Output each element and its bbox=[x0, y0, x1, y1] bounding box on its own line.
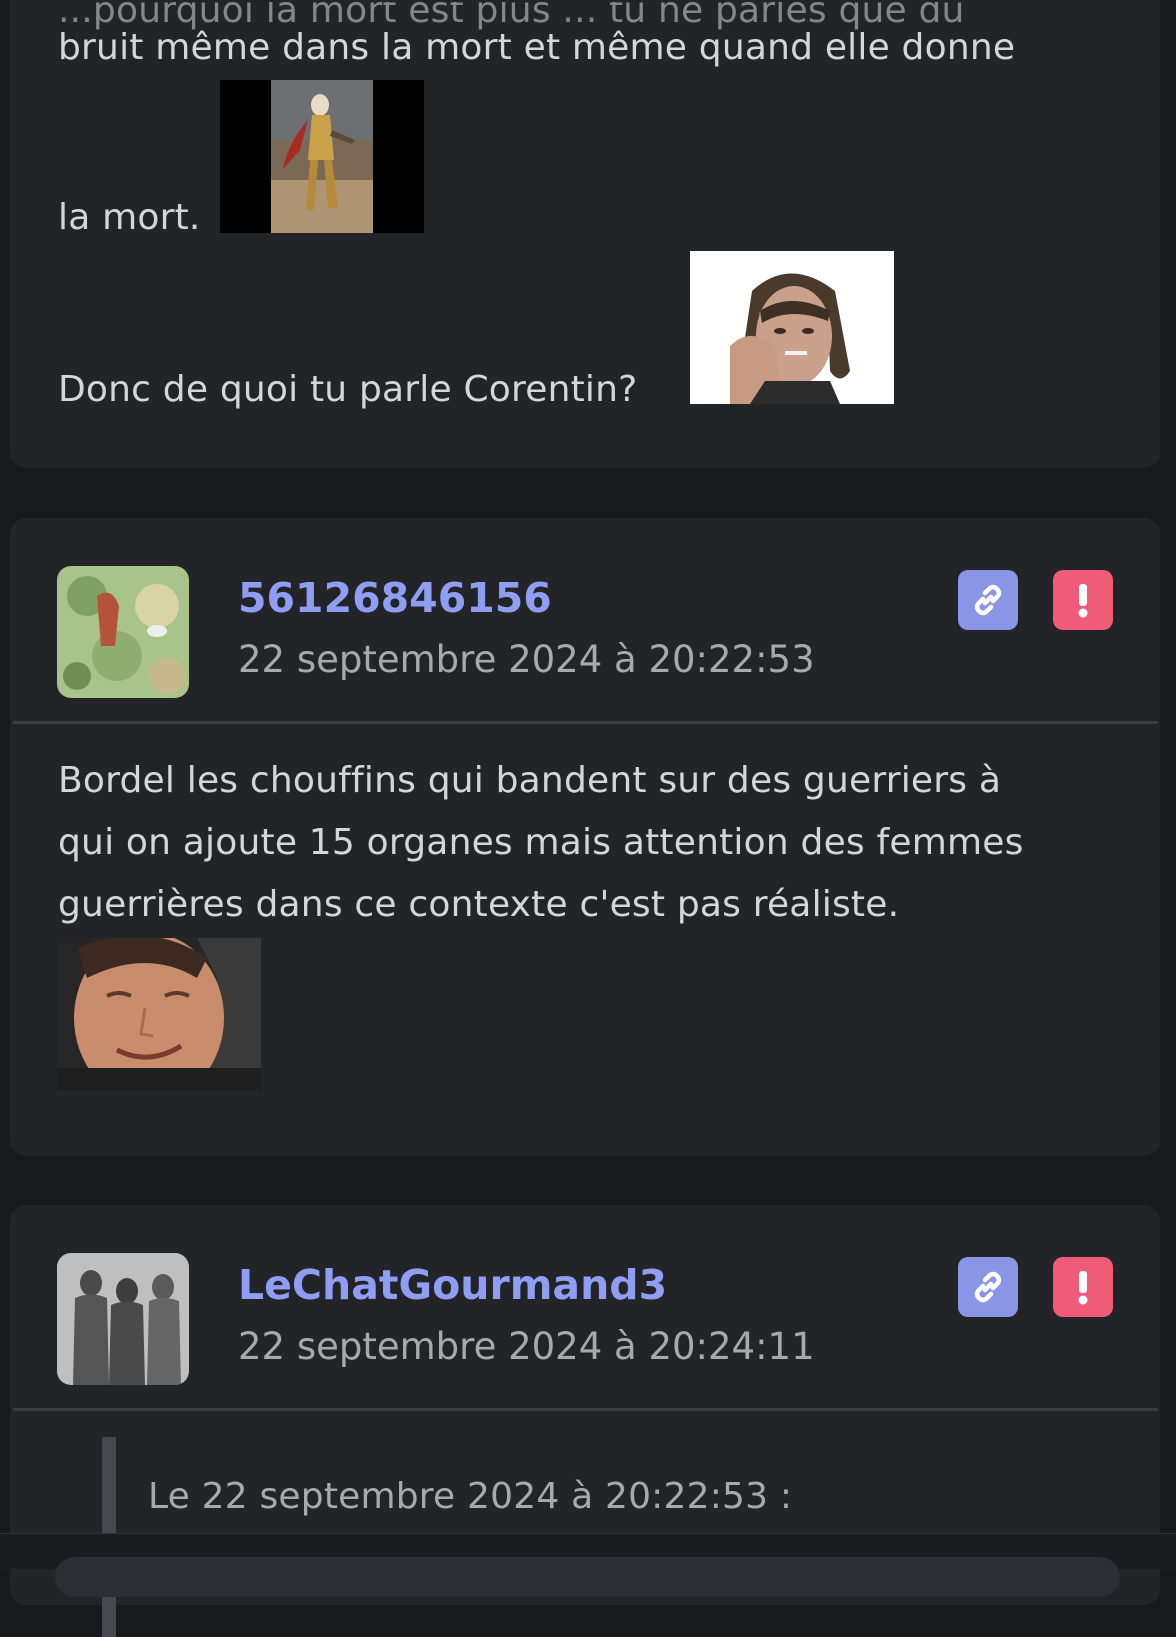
exclamation-icon bbox=[1078, 1271, 1088, 1305]
sticker-image-warrior[interactable] bbox=[220, 80, 424, 233]
message-card: 56126846156 22 septembre 2024 à 20:22:53… bbox=[10, 518, 1160, 1156]
username-link[interactable]: 56126846156 bbox=[238, 574, 552, 622]
header-divider bbox=[13, 721, 1158, 724]
permalink-button[interactable] bbox=[958, 1257, 1018, 1317]
username-link[interactable]: LeChatGourmand3 bbox=[238, 1261, 667, 1309]
link-icon bbox=[974, 1271, 1002, 1303]
link-icon bbox=[974, 584, 1002, 616]
report-button[interactable] bbox=[1053, 1257, 1113, 1317]
message-text-line: guerrières dans ce contexte c'est pas ré… bbox=[58, 884, 900, 925]
avatar[interactable] bbox=[57, 566, 189, 698]
message-timestamp: 22 septembre 2024 à 20:24:11 bbox=[238, 1325, 815, 1368]
message-text-line: Donc de quoi tu parle Corentin? bbox=[58, 369, 638, 410]
report-button[interactable] bbox=[1053, 570, 1113, 630]
permalink-button[interactable] bbox=[958, 570, 1018, 630]
exclamation-icon bbox=[1078, 584, 1088, 618]
sticker-image-smiling-man[interactable] bbox=[57, 938, 261, 1090]
avatar[interactable] bbox=[57, 1253, 189, 1385]
header-divider bbox=[13, 1408, 1158, 1411]
message-card: ...pourquoi la mort est plus ... tu ne p… bbox=[10, 0, 1160, 468]
message-text-line: la mort. bbox=[58, 197, 201, 238]
message-text-line: qui on ajoute 15 organes mais attention … bbox=[58, 822, 1024, 863]
quote-header: Le 22 septembre 2024 à 20:22:53 : bbox=[148, 1476, 793, 1517]
message-timestamp: 22 septembre 2024 à 20:22:53 bbox=[238, 638, 815, 681]
message-text-line: Bordel les chouffins qui bandent sur des… bbox=[58, 760, 1002, 801]
sticker-image-smoking-man[interactable] bbox=[690, 251, 894, 404]
reply-input[interactable] bbox=[55, 1557, 1120, 1597]
message-text-line: bruit même dans la mort et même quand el… bbox=[58, 27, 1016, 68]
